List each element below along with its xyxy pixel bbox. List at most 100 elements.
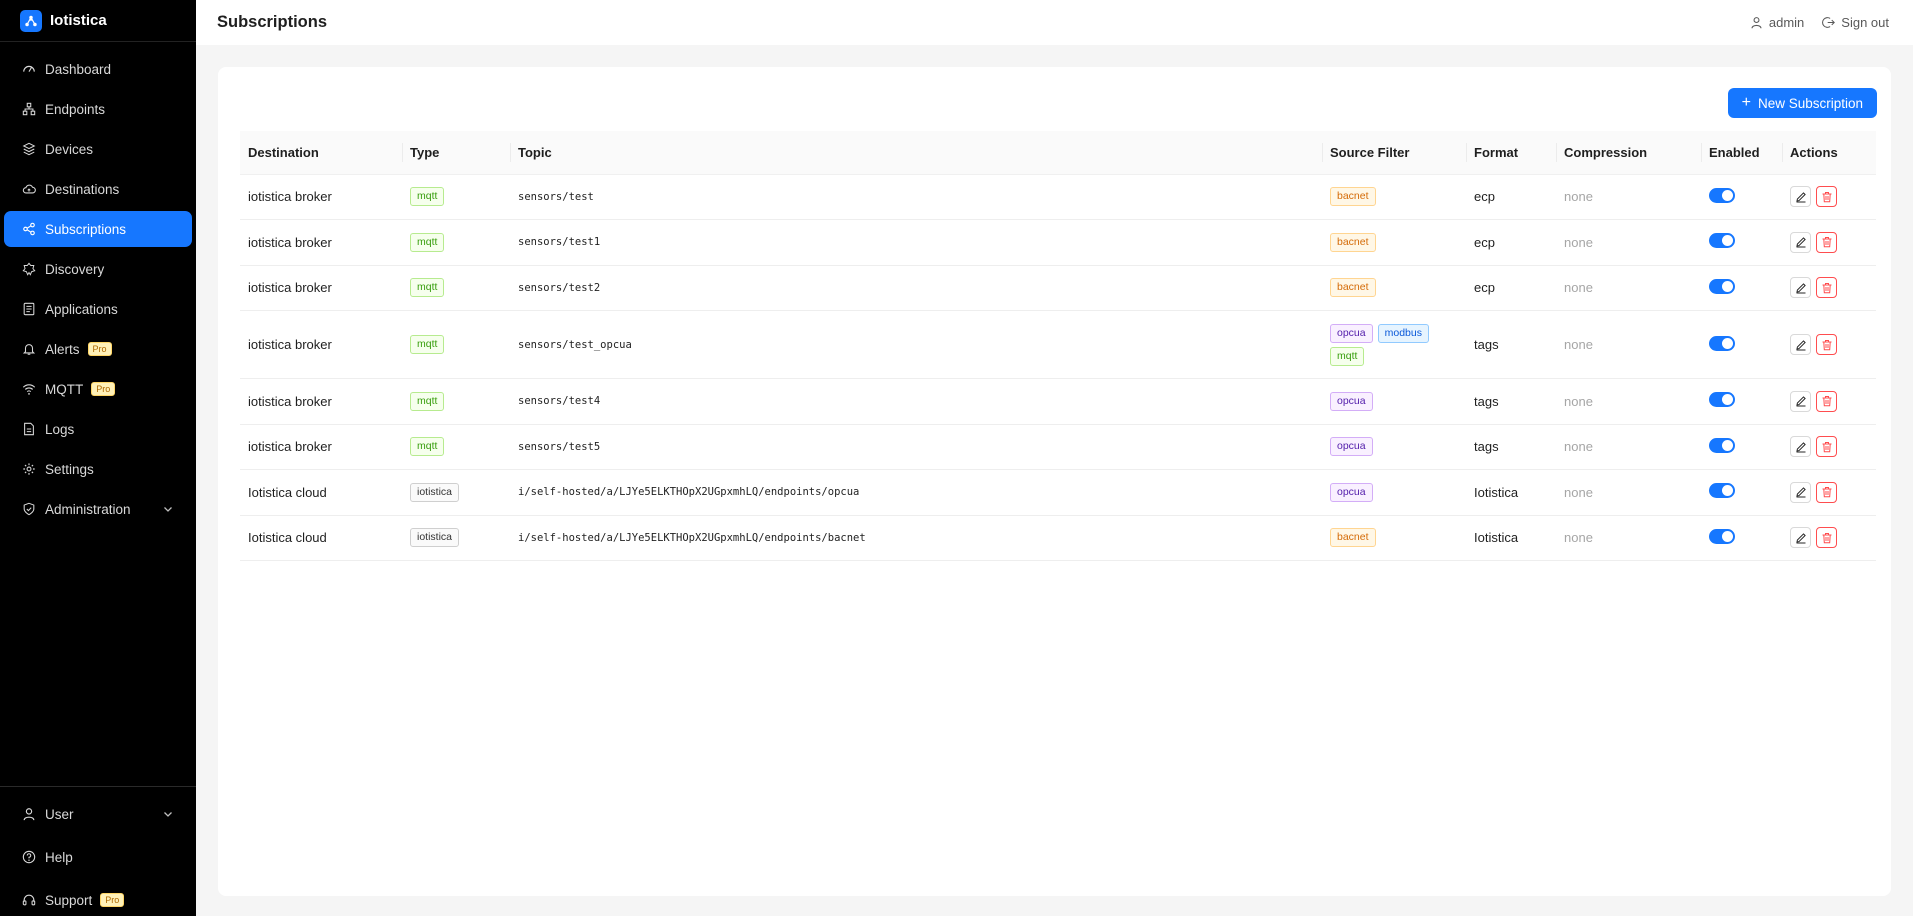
enabled-toggle[interactable] — [1709, 528, 1735, 544]
cell-topic: sensors/test5 — [510, 424, 1322, 470]
sidebar-item-support[interactable]: Support Pro — [4, 882, 192, 916]
table-row: iotistica broker mqtt sensors/test1 bacnet e… — [240, 219, 1876, 266]
signout-button[interactable]: Sign out — [1822, 15, 1889, 30]
edit-button[interactable] — [1790, 436, 1811, 458]
enabled-toggle[interactable] — [1709, 233, 1735, 249]
cell-topic: sensors/test1 — [510, 219, 1322, 266]
delete-button[interactable] — [1816, 390, 1837, 412]
edit-button[interactable] — [1790, 334, 1811, 355]
cell-destination: iotistica broker — [240, 310, 402, 379]
cell-compression: none — [1556, 265, 1701, 311]
brand[interactable]: Iotistica — [0, 0, 196, 42]
cell-destination: iotistica broker — [240, 265, 402, 311]
delete-button[interactable] — [1816, 527, 1837, 549]
cell-compression: none — [1556, 378, 1701, 425]
edit-button[interactable] — [1790, 186, 1811, 208]
cell-format: Iotistica — [1466, 469, 1556, 516]
cell-type: mqtt — [402, 219, 510, 266]
type-tag: iotistica — [410, 482, 460, 502]
sidebar-nav: Dashboard Endpoints Devices Destinations Sub… — [0, 51, 196, 527]
sidebar-item-label: Discovery — [45, 261, 105, 277]
cell-type: mqtt — [402, 424, 510, 470]
enabled-toggle[interactable] — [1709, 437, 1735, 453]
sidebar-item-label: Help — [45, 849, 73, 865]
delete-button[interactable] — [1816, 481, 1837, 503]
delete-button[interactable] — [1816, 334, 1837, 355]
pro-badge: Pro — [91, 382, 116, 396]
sidebar-item-user[interactable]: User — [4, 796, 192, 832]
type-tag: mqtt — [410, 391, 445, 411]
edit-icon — [1795, 236, 1807, 248]
cell-type: mqtt — [402, 265, 510, 311]
edit-button[interactable] — [1790, 527, 1811, 549]
filter-tag: bacnet — [1330, 278, 1376, 298]
enabled-toggle[interactable] — [1709, 483, 1735, 499]
cell-destination: iotistica broker — [240, 174, 402, 220]
sidebar-item-help[interactable]: Help — [4, 839, 192, 875]
cell-compression: none — [1556, 310, 1701, 379]
enabled-toggle[interactable] — [1709, 392, 1735, 408]
cell-topic: i/self-hosted/a/LJYe5ELKTHOpX2UGpxmhLQ/e… — [510, 515, 1322, 561]
cell-source-filter: opcua — [1322, 424, 1466, 470]
enabled-toggle[interactable] — [1709, 187, 1735, 203]
delete-button[interactable] — [1816, 436, 1837, 458]
sidebar-item-endpoints[interactable]: Endpoints — [4, 91, 192, 127]
new-subscription-button[interactable]: + New Subscription — [1727, 88, 1877, 118]
cell-type: mqtt — [402, 378, 510, 425]
edit-icon — [1795, 532, 1807, 544]
sidebar-item-discovery[interactable]: Discovery — [4, 251, 192, 287]
sidebar-item-dashboard[interactable]: Dashboard — [4, 51, 192, 87]
cell-enabled — [1701, 378, 1782, 425]
sidebar-item-devices[interactable]: Devices — [4, 131, 192, 167]
sidebar-item-label: Logs — [45, 421, 75, 437]
cell-destination: iotistica broker — [240, 424, 402, 470]
edit-icon — [1795, 339, 1807, 351]
sidebar-item-label: Endpoints — [45, 101, 106, 117]
cell-topic: sensors/test2 — [510, 265, 1322, 311]
endpoints-icon — [22, 102, 36, 116]
sidebar-item-alerts[interactable]: Alerts Pro — [4, 331, 192, 367]
delete-button[interactable] — [1816, 277, 1837, 299]
sidebar-item-settings[interactable]: Settings — [4, 451, 192, 487]
bell-icon — [22, 342, 36, 356]
sidebar-item-administration[interactable]: Administration — [4, 491, 192, 527]
edit-button[interactable] — [1790, 277, 1811, 299]
col-compression: Compression — [1556, 131, 1701, 175]
sidebar-item-destinations[interactable]: Destinations — [4, 171, 192, 207]
sidebar-item-label: Dashboard — [45, 61, 112, 77]
cell-format: ecp — [1466, 265, 1556, 311]
type-tag: mqtt — [410, 278, 445, 298]
new-subscription-label: New Subscription — [1757, 95, 1863, 111]
enabled-toggle[interactable] — [1709, 278, 1735, 294]
share-icon — [22, 222, 36, 236]
edit-button[interactable] — [1790, 481, 1811, 503]
delete-button[interactable] — [1816, 231, 1837, 253]
cell-topic: i/self-hosted/a/LJYe5ELKTHOpX2UGpxmhLQ/e… — [510, 469, 1322, 516]
sidebar-item-label: Subscriptions — [45, 221, 127, 237]
delete-button[interactable] — [1816, 186, 1837, 208]
type-tag: mqtt — [410, 232, 445, 252]
edit-button[interactable] — [1790, 231, 1811, 253]
cell-actions — [1782, 310, 1876, 379]
cell-enabled — [1701, 265, 1782, 311]
cell-topic: sensors/test_opcua — [510, 310, 1322, 379]
edit-icon — [1795, 395, 1807, 407]
sidebar-item-logs[interactable]: Logs — [4, 411, 192, 447]
type-tag: mqtt — [410, 437, 445, 457]
cell-topic: sensors/test4 — [510, 378, 1322, 425]
dashboard-icon — [22, 62, 36, 76]
sidebar-item-applications[interactable]: Applications — [4, 291, 192, 327]
enabled-toggle[interactable] — [1709, 335, 1735, 351]
cell-destination: iotistica broker — [240, 378, 402, 425]
sidebar-item-mqtt[interactable]: MQTT Pro — [4, 371, 192, 407]
type-tag: mqtt — [410, 187, 445, 207]
cell-actions — [1782, 378, 1876, 425]
edit-button[interactable] — [1790, 390, 1811, 412]
sidebar-item-subscriptions[interactable]: Subscriptions — [4, 211, 192, 247]
col-destination: Destination — [240, 131, 402, 175]
cell-format: Iotistica — [1466, 515, 1556, 561]
table-row: Iotistica cloud iotistica i/self-hosted/a/… — [240, 515, 1876, 561]
table-row: iotistica broker mqtt sensors/test bacnet ec… — [240, 174, 1876, 220]
edit-icon — [1795, 486, 1807, 498]
user-menu[interactable]: admin — [1750, 15, 1804, 30]
